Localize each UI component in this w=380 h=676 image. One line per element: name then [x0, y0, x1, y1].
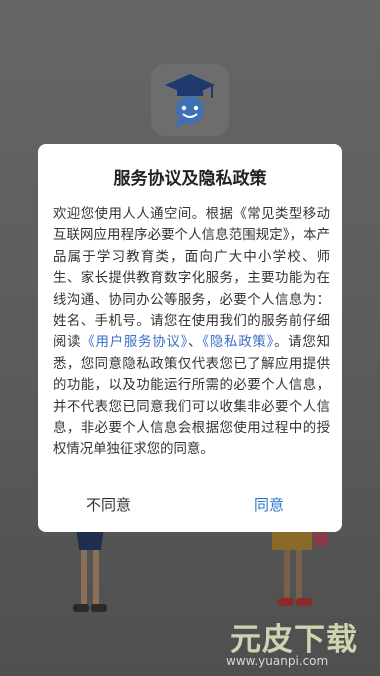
body-text-part2: 。请您知悉，您同意隐私政策仅代表您已了解应用提供的功能，以及功能运行所需的必要个… [53, 335, 331, 458]
graduation-cap-chat-icon [165, 74, 215, 128]
watermark: 元皮下载 www.yuanpi.com [222, 612, 380, 676]
link-separator: 、 [188, 335, 203, 351]
watermark-title: 元皮下载 [230, 622, 358, 658]
body-text-part1: 欢迎您使用人人通空间。根据《常见类型移动互联网应用程序必要个人信息范围规定》，本… [53, 207, 330, 351]
student-illustration [272, 520, 328, 606]
privacy-dialog: 服务协议及隐私政策 欢迎您使用人人通空间。根据《常见类型移动互联网应用程序必要个… [38, 144, 342, 532]
dialog-body: 欢迎您使用人人通空间。根据《常见类型移动互联网应用程序必要个人信息范围规定》，本… [53, 204, 330, 461]
user-agreement-link[interactable]: 《用户服务协议》 [81, 335, 188, 350]
privacy-policy-link[interactable]: 《隐私政策》 [202, 335, 274, 350]
dialog-buttons: 不同意 同意 [38, 486, 342, 532]
dialog-title: 服务协议及隐私政策 [113, 169, 267, 189]
agree-button[interactable]: 同意 [254, 494, 284, 515]
teacher-illustration [73, 520, 107, 612]
watermark-url: www.yuanpi.com [226, 654, 329, 668]
disagree-button[interactable]: 不同意 [86, 494, 131, 515]
app-logo [151, 64, 229, 136]
